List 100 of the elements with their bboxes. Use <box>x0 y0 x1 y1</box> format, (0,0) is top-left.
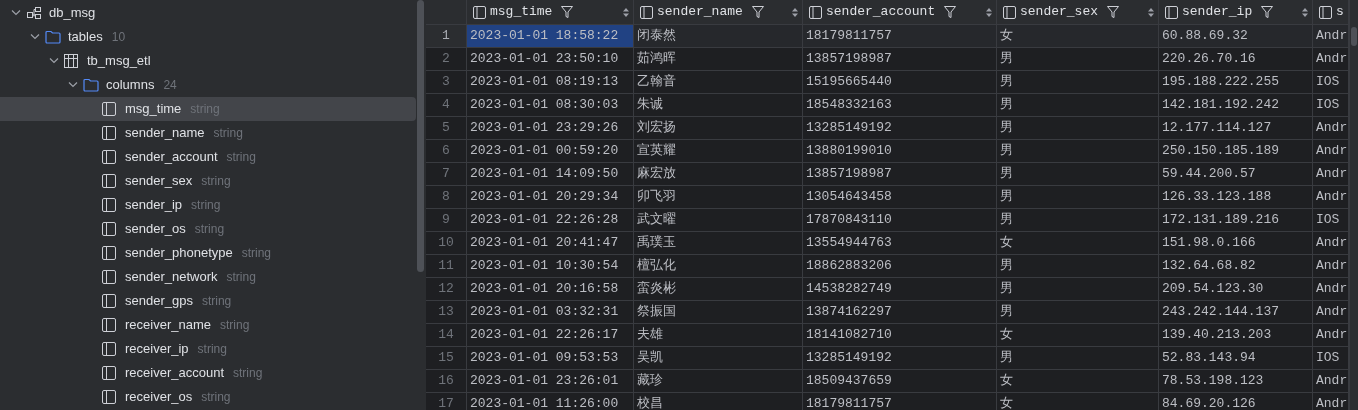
table-cell[interactable]: 檀弘化 <box>634 255 803 277</box>
table-cell[interactable]: 2023-01-01 23:26:01 <box>467 370 634 392</box>
table-cell[interactable]: 朱诚 <box>634 94 803 116</box>
table-cell[interactable]: 132.64.68.82 <box>1159 255 1313 277</box>
table-cell[interactable]: 52.83.143.94 <box>1159 347 1313 369</box>
table-cell[interactable]: 17870843110 <box>803 209 997 231</box>
column-header[interactable]: sender_account <box>803 0 997 24</box>
table-cell[interactable]: 男 <box>997 255 1159 277</box>
table-cell[interactable]: 男 <box>997 94 1159 116</box>
table-cell[interactable]: 蛮炎彬 <box>634 278 803 300</box>
table-cell[interactable]: 13054643458 <box>803 186 997 208</box>
column-header[interactable]: msg_time <box>467 0 634 24</box>
sort-icon[interactable] <box>1148 7 1154 17</box>
table-cell[interactable]: 2023-01-01 03:32:31 <box>467 301 634 323</box>
tree-item[interactable]: sender_gps string <box>0 289 416 313</box>
tree-item[interactable]: receiver_ip string <box>0 337 416 361</box>
column-header[interactable]: sender_name <box>634 0 803 24</box>
table-cell[interactable]: 男 <box>997 163 1159 185</box>
table-cell[interactable]: 2023-01-01 18:58:22 <box>467 25 634 47</box>
table-cell[interactable]: 2023-01-01 23:29:26 <box>467 117 634 139</box>
table-cell[interactable]: 刘宏扬 <box>634 117 803 139</box>
table-cell[interactable]: 2023-01-01 00:59:20 <box>467 140 634 162</box>
sort-icon[interactable] <box>1302 7 1308 17</box>
column-header[interactable]: sender_sex <box>997 0 1159 24</box>
table-cell[interactable]: 13554944763 <box>803 232 997 254</box>
sort-icon[interactable] <box>623 7 629 17</box>
table-cell[interactable]: 15195665440 <box>803 71 997 93</box>
table-cell[interactable]: 243.242.144.137 <box>1159 301 1313 323</box>
table-cell[interactable]: 宣英耀 <box>634 140 803 162</box>
table-cell[interactable]: 2023-01-01 22:26:17 <box>467 324 634 346</box>
table-cell[interactable]: 祭振国 <box>634 301 803 323</box>
sort-icon[interactable] <box>792 7 798 17</box>
table-cell[interactable]: 2023-01-01 10:30:54 <box>467 255 634 277</box>
table-cell[interactable]: 13857198987 <box>803 163 997 185</box>
table-cell[interactable]: 2023-01-01 11:26:00 <box>467 393 634 410</box>
table-cell[interactable]: 13285149192 <box>803 117 997 139</box>
table-cell[interactable]: 195.188.222.255 <box>1159 71 1313 93</box>
filter-icon[interactable] <box>1261 6 1274 18</box>
table-cell[interactable]: 59.44.200.57 <box>1159 163 1313 185</box>
tree-item[interactable]: sender_name string <box>0 121 416 145</box>
table-cell[interactable]: 校昌 <box>634 393 803 410</box>
table-cell[interactable]: 2023-01-01 09:53:53 <box>467 347 634 369</box>
chevron-down-icon[interactable] <box>30 34 40 40</box>
sort-icon[interactable] <box>986 7 992 17</box>
filter-icon[interactable] <box>944 6 957 18</box>
table-cell[interactable]: 250.150.185.189 <box>1159 140 1313 162</box>
table-cell[interactable]: 84.69.20.126 <box>1159 393 1313 410</box>
filter-icon[interactable] <box>751 6 764 18</box>
tree-item[interactable]: receiver_account string <box>0 361 416 385</box>
table-cell[interactable]: 13857198987 <box>803 48 997 70</box>
table-cell[interactable]: 男 <box>997 209 1159 231</box>
table-cell[interactable]: 151.98.0.166 <box>1159 232 1313 254</box>
table-cell[interactable]: 禹璞玉 <box>634 232 803 254</box>
table-cell[interactable]: 男 <box>997 301 1159 323</box>
table-cell[interactable]: 12.177.114.127 <box>1159 117 1313 139</box>
table-cell[interactable]: 女 <box>997 324 1159 346</box>
table-cell[interactable]: 武文曜 <box>634 209 803 231</box>
table-cell[interactable]: 172.131.189.216 <box>1159 209 1313 231</box>
tree-item[interactable]: sender_sex string <box>0 169 416 193</box>
chevron-down-icon[interactable] <box>49 58 59 64</box>
table-cell[interactable]: 卯飞羽 <box>634 186 803 208</box>
table-cell[interactable]: 茹鸿晖 <box>634 48 803 70</box>
table-cell[interactable]: 18548332163 <box>803 94 997 116</box>
tree-item[interactable]: receiver_name string <box>0 313 416 337</box>
table-cell[interactable]: 吴凯 <box>634 347 803 369</box>
table-cell[interactable]: 男 <box>997 347 1159 369</box>
table-cell[interactable]: 女 <box>997 370 1159 392</box>
table-cell[interactable]: 142.181.192.242 <box>1159 94 1313 116</box>
table-cell[interactable]: 男 <box>997 278 1159 300</box>
table-cell[interactable]: 男 <box>997 186 1159 208</box>
table-cell[interactable]: 闭泰然 <box>634 25 803 47</box>
table-cell[interactable]: 18509437659 <box>803 370 997 392</box>
column-header[interactable]: sender_ip <box>1159 0 1313 24</box>
tree-item[interactable]: sender_os string <box>0 217 416 241</box>
table-cell[interactable]: 女 <box>997 25 1159 47</box>
table-cell[interactable]: 2023-01-01 22:26:28 <box>467 209 634 231</box>
table-cell[interactable]: 14538282749 <box>803 278 997 300</box>
table-cell[interactable]: 2023-01-01 20:16:58 <box>467 278 634 300</box>
filter-icon[interactable] <box>561 6 574 18</box>
tree-item[interactable]: receiver_os string <box>0 385 416 409</box>
scrollbar-thumb[interactable] <box>417 0 424 272</box>
scrollbar-thumb[interactable] <box>1351 27 1357 46</box>
table-cell[interactable]: 女 <box>997 393 1159 410</box>
table-cell[interactable]: 18141082710 <box>803 324 997 346</box>
table-cell[interactable]: 78.53.198.123 <box>1159 370 1313 392</box>
table-cell[interactable]: 13874162297 <box>803 301 997 323</box>
table-cell[interactable]: 男 <box>997 140 1159 162</box>
table-cell[interactable]: 男 <box>997 71 1159 93</box>
table-cell[interactable]: 2023-01-01 20:41:47 <box>467 232 634 254</box>
table-cell[interactable]: 男 <box>997 48 1159 70</box>
table-cell[interactable]: 13880199010 <box>803 140 997 162</box>
table-cell[interactable]: 18179811757 <box>803 393 997 410</box>
table-cell[interactable]: 麻宏放 <box>634 163 803 185</box>
table-cell[interactable]: 男 <box>997 117 1159 139</box>
filter-icon[interactable] <box>1107 6 1119 18</box>
tree-item[interactable]: sender_network string <box>0 265 416 289</box>
table-cell[interactable]: 209.54.123.30 <box>1159 278 1313 300</box>
table-cell[interactable]: 女 <box>997 232 1159 254</box>
table-cell[interactable]: 139.40.213.203 <box>1159 324 1313 346</box>
table-cell[interactable]: 2023-01-01 08:30:03 <box>467 94 634 116</box>
